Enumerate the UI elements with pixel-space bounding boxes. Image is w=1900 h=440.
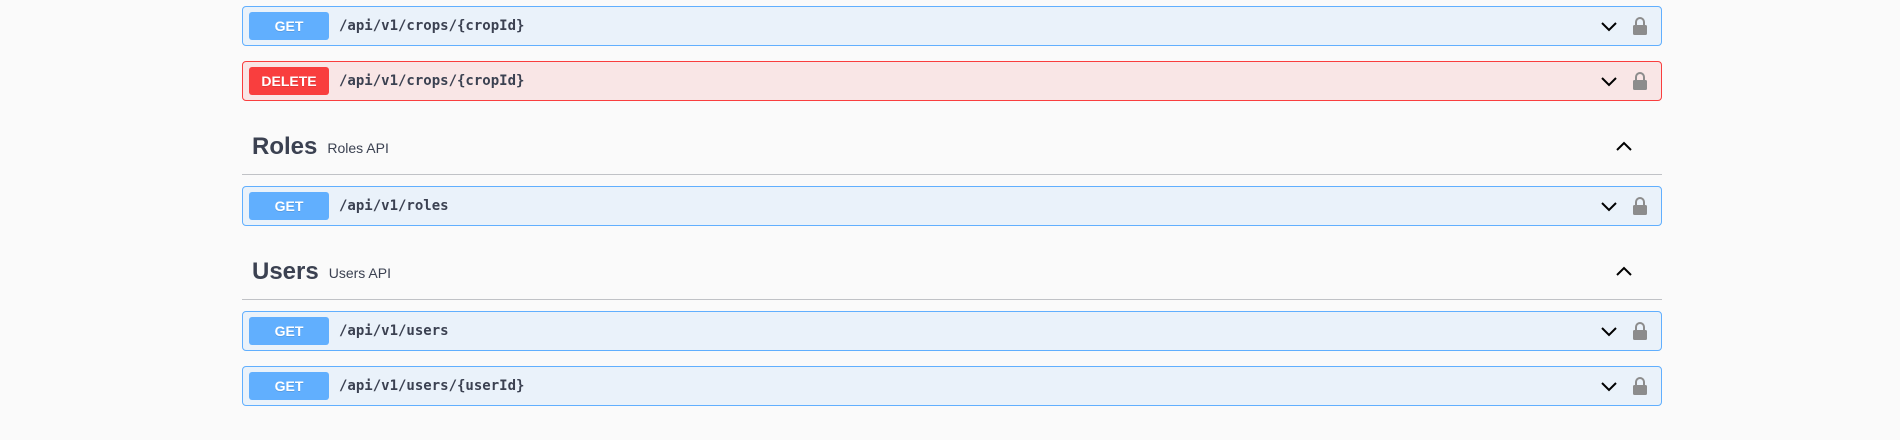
operation-get-users[interactable]: GET /api/v1/users (242, 311, 1662, 351)
operation-delete-crop-by-id[interactable]: DELETE /api/v1/crops/{cropId} (242, 61, 1662, 101)
swagger-page: GET /api/v1/crops/{cropId} DELETE /api/v… (0, 0, 1900, 440)
operation-path: /api/v1/users/{userId} (339, 378, 525, 394)
operation-get-crop-by-id[interactable]: GET /api/v1/crops/{cropId} (242, 6, 1662, 46)
chevron-down-icon[interactable] (1599, 196, 1619, 216)
chevron-down-icon[interactable] (1599, 376, 1619, 396)
users-section-header[interactable]: Users Users API (242, 244, 1662, 300)
roles-section-header[interactable]: Roles Roles API (242, 119, 1662, 175)
lock-icon[interactable] (1631, 196, 1649, 216)
lock-icon[interactable] (1631, 71, 1649, 91)
chevron-down-icon[interactable] (1599, 16, 1619, 36)
operation-get-roles[interactable]: GET /api/v1/roles (242, 186, 1662, 226)
section-description: Users API (328, 265, 391, 281)
section-title: Users (252, 257, 319, 285)
operation-path: /api/v1/roles (339, 198, 449, 214)
lock-icon[interactable] (1631, 321, 1649, 341)
method-badge: GET (249, 372, 329, 400)
operation-path: /api/v1/crops/{cropId} (339, 18, 525, 34)
chevron-up-icon[interactable] (1612, 260, 1636, 284)
chevron-up-icon[interactable] (1612, 135, 1636, 159)
method-badge: GET (249, 192, 329, 220)
section-title: Roles (252, 132, 318, 160)
chevron-down-icon[interactable] (1599, 321, 1619, 341)
operation-get-user-by-id[interactable]: GET /api/v1/users/{userId} (242, 366, 1662, 406)
operation-path: /api/v1/crops/{cropId} (339, 73, 525, 89)
lock-icon[interactable] (1631, 16, 1649, 36)
method-badge: GET (249, 317, 329, 345)
method-badge: GET (249, 12, 329, 40)
operation-path: /api/v1/users (339, 323, 449, 339)
section-description: Roles API (327, 140, 389, 156)
method-badge: DELETE (249, 67, 329, 95)
lock-icon[interactable] (1631, 376, 1649, 396)
chevron-down-icon[interactable] (1599, 71, 1619, 91)
